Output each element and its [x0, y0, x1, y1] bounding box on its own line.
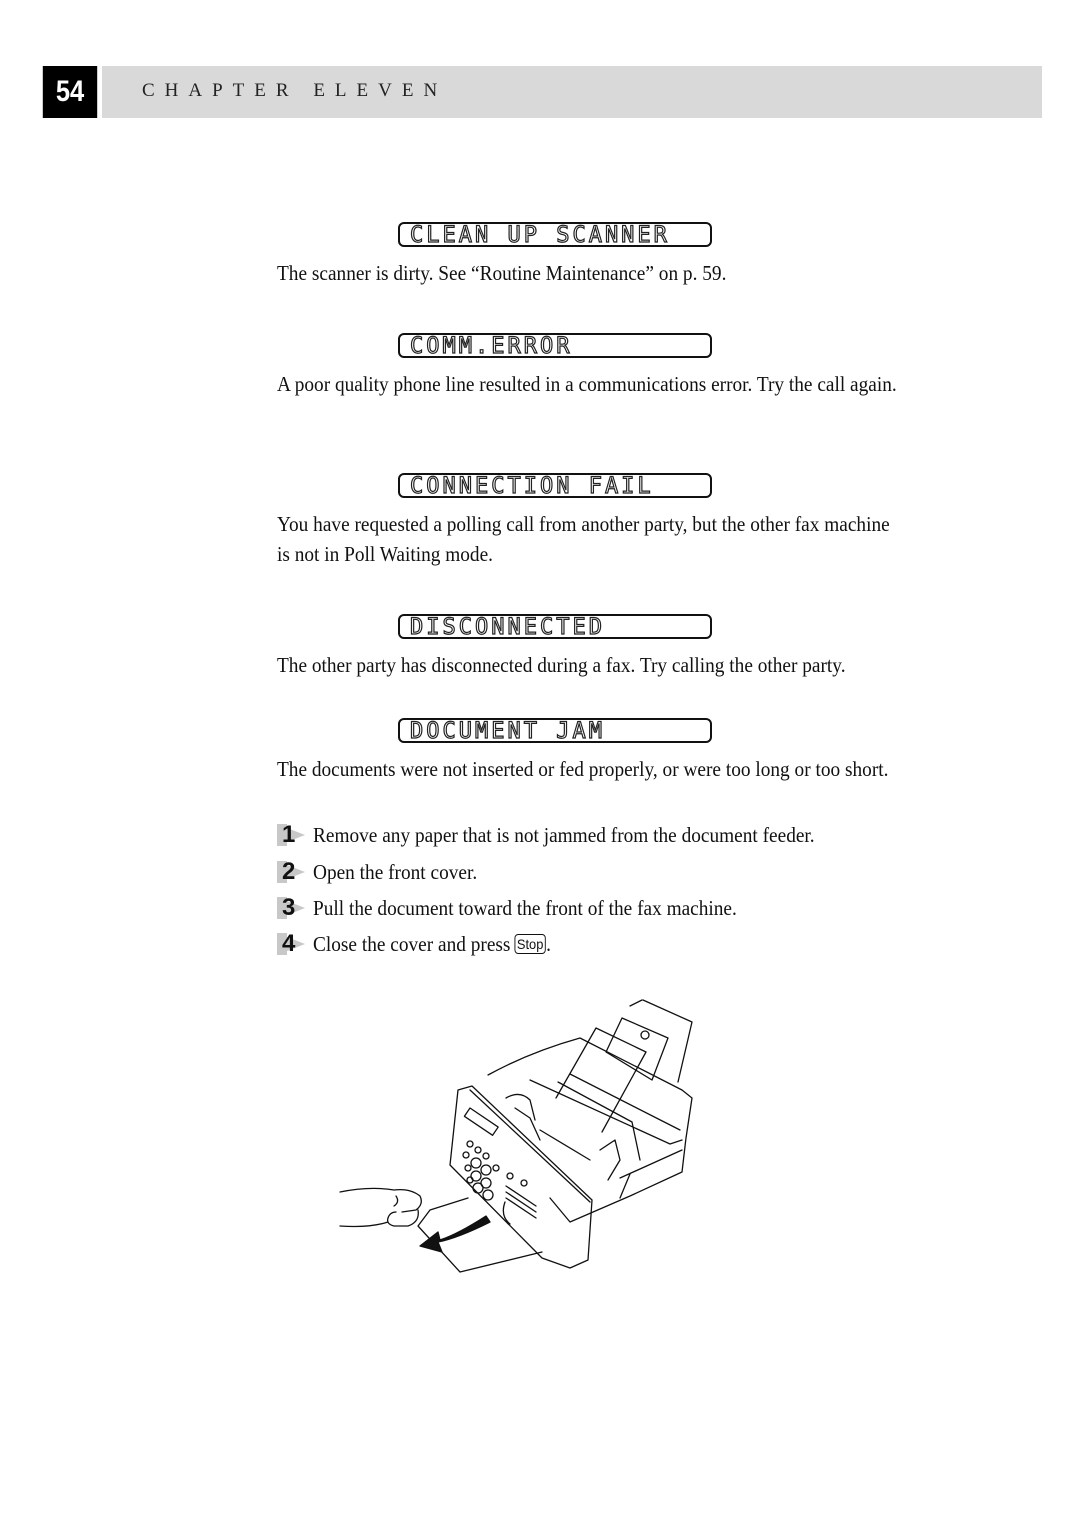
step-item: 1 Remove any paper that is not jammed fr…: [277, 821, 858, 849]
front-wire: [555, 1027, 647, 1133]
message-description: The scanner is dirty. See “Routine Maint…: [277, 261, 727, 285]
lcd-message-clean-up-scanner: CLEAN UP SCANNER: [398, 222, 712, 247]
lcd-message-connection-fail: CONNECTION FAIL: [398, 473, 712, 498]
step-text-suffix: .: [546, 931, 551, 956]
step-text: Remove any paper that is not jammed from…: [313, 822, 815, 847]
message-description: The documents were not inserted or fed p…: [277, 757, 889, 781]
lcd-message-document-jam: DOCUMENT JAM: [398, 718, 712, 743]
keypad: [462, 1140, 528, 1201]
step-number: 2: [282, 858, 296, 885]
step-number: 1: [282, 821, 296, 848]
pull-arrow-icon: [419, 1215, 491, 1253]
lcd-text: CLEAN UP SCANNER: [409, 223, 670, 248]
lcd-message-comm-error: COMM.ERROR: [398, 333, 712, 358]
step-number: 4: [282, 930, 296, 957]
message-description: A poor quality phone line resulted in a …: [277, 372, 897, 396]
step-arrow-icon: 1: [277, 821, 313, 848]
step-arrow-icon: 4: [277, 930, 313, 957]
step-text: Pull the document toward the front of th…: [313, 895, 737, 920]
step-item: 3 Pull the document toward the front of …: [277, 894, 774, 922]
step-text-main: Close the cover and press: [313, 931, 511, 956]
message-description: You have requested a polling call from a…: [277, 512, 890, 566]
lcd-text: CONNECTION FAIL: [409, 474, 654, 499]
stop-key-icon: Stop: [514, 933, 547, 954]
fax-document-jam-illustration: [339, 999, 693, 1273]
document-support-plate: [605, 1017, 669, 1081]
step-text: Close the cover and press Stop.: [313, 932, 551, 957]
page-number: 54: [42, 66, 98, 118]
lcd-message-disconnected: DISCONNECTED: [398, 614, 712, 639]
lcd-text: COMM.ERROR: [409, 334, 573, 359]
step-item: 4 Close the cover and press Stop.: [277, 930, 572, 958]
message-description: The other party has disconnected during …: [277, 653, 846, 677]
hand: [339, 1187, 422, 1228]
step-arrow-icon: 3: [277, 894, 313, 921]
step-arrow-icon: 2: [277, 858, 313, 885]
step-item: 2 Open the front cover.: [277, 858, 491, 886]
lcd-text: DISCONNECTED: [409, 615, 605, 640]
chapter-title: CHAPTER ELEVEN: [142, 80, 448, 101]
step-text: Open the front cover.: [313, 859, 478, 884]
lcd-text: DOCUMENT JAM: [409, 719, 605, 744]
step-number: 3: [282, 894, 296, 921]
